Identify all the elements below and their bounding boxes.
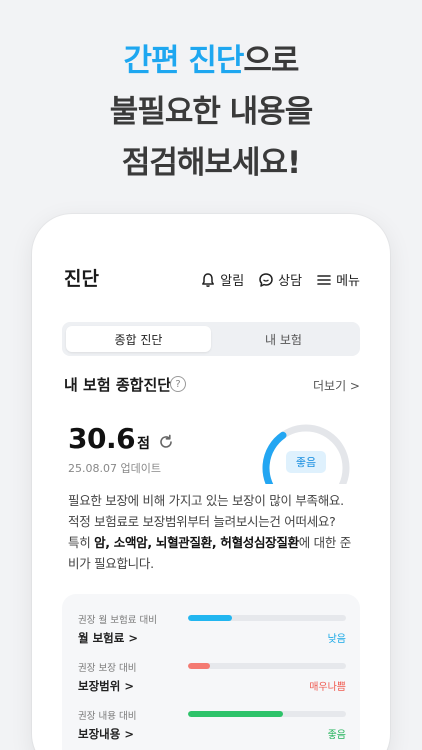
- update-date: 25.08.07 업데이트: [68, 462, 161, 475]
- promo-accent: 간편 진단: [123, 43, 245, 79]
- diagnosis-description: 필요한 보장에 비해 가지고 있는 보장이 많이 부족해요. 적정 보험료로 보…: [68, 490, 360, 574]
- metric-row-coverage-range: 권장 보장 대비 보장범위 > 매우나쁨: [78, 660, 346, 700]
- description-diseases: 암, 소액암, 뇌혈관질환, 허혈성심장질환: [94, 535, 299, 550]
- segment-tabs: 종합 진단 내 보험: [62, 322, 360, 356]
- metric-track: [188, 615, 346, 621]
- metric-status: 좋음: [327, 730, 346, 741]
- tab-my-insurance[interactable]: 내 보험: [211, 326, 356, 352]
- more-link[interactable]: 더보기 >: [313, 377, 360, 394]
- score-value: 30.6: [68, 422, 136, 455]
- hamburger-icon: [317, 274, 331, 285]
- metric-label: 권장 내용 대비: [78, 711, 137, 722]
- promo-line-3: 점검해보세요!: [121, 145, 301, 181]
- top-bar: 진단 알림 상담 메뉴: [62, 262, 360, 292]
- metric-name-coverage-content[interactable]: 보장내용 >: [78, 726, 134, 742]
- gauge-fill: [262, 431, 287, 484]
- consult-label: 상담: [278, 274, 303, 289]
- metric-row-premium: 권장 월 보험료 대비 월 보험료 > 낮음: [78, 612, 346, 652]
- metric-name-coverage-range[interactable]: 보장범위 >: [78, 678, 134, 694]
- metric-track: [188, 663, 346, 669]
- metric-label: 권장 월 보험료 대비: [78, 615, 157, 626]
- metric-status: 낮음: [327, 634, 346, 645]
- description-line-1: 필요한 보장에 비해 가지고 있는 보장이 많이 부족해요.: [68, 493, 344, 508]
- promo-line-1-rest: 으로: [243, 43, 299, 79]
- section-header: 내 보험 종합진단 ? 더보기 >: [64, 374, 360, 396]
- section-title: 내 보험 종합진단: [64, 376, 172, 394]
- metric-bar-fill: [188, 663, 211, 669]
- metric-bar-fill: [188, 711, 283, 717]
- metric-bar-fill: [188, 615, 233, 621]
- description-line-4: 비가 필요합니다.: [68, 556, 154, 571]
- alarm-button[interactable]: 알림: [200, 270, 244, 289]
- chat-icon: [259, 272, 273, 287]
- description-line-2: 적정 보험료로 보장범위부터 늘려보시는건 어떠세요?: [68, 514, 336, 529]
- menu-label: 메뉴: [336, 274, 360, 289]
- score-display: 30.6 점: [68, 422, 175, 455]
- refresh-icon[interactable]: [157, 433, 175, 455]
- status-badge: 좋음: [286, 451, 326, 473]
- metric-name-premium[interactable]: 월 보험료 >: [78, 630, 138, 646]
- tab-overall-diagnosis[interactable]: 종합 진단: [66, 326, 211, 352]
- promo-line-2: 불필요한 내용을: [109, 94, 313, 130]
- metric-row-coverage-content: 권장 내용 대비 보장내용 > 좋음: [78, 708, 346, 748]
- help-icon[interactable]: ?: [170, 376, 186, 392]
- page-title: 진단: [64, 268, 99, 290]
- promo-line-1: 간편 진단으로: [0, 36, 422, 87]
- metric-status: 매우나쁨: [309, 682, 346, 693]
- menu-button[interactable]: 메뉴: [316, 270, 360, 289]
- description-line-3-post: 에 대한 준: [298, 535, 351, 550]
- top-menu: 알림 상담 메뉴: [200, 270, 360, 289]
- consult-button[interactable]: 상담: [258, 270, 302, 289]
- description-line-3: 특히 암, 소액암, 뇌혈관질환, 허혈성심장질환에 대한 준: [68, 532, 360, 553]
- alarm-label: 알림: [220, 274, 245, 289]
- description-line-3-pre: 특히: [68, 535, 95, 550]
- bell-icon: [202, 272, 215, 287]
- metrics-card: 권장 월 보험료 대비 월 보험료 > 낮음 권장 보장 대비 보장범위 > 매…: [62, 594, 360, 750]
- score-unit: 점: [137, 436, 150, 452]
- promo-headline: 간편 진단으로 불필요한 내용을 점검해보세요!: [0, 36, 422, 189]
- metric-label: 권장 보장 대비: [78, 663, 137, 674]
- metric-track: [188, 711, 346, 717]
